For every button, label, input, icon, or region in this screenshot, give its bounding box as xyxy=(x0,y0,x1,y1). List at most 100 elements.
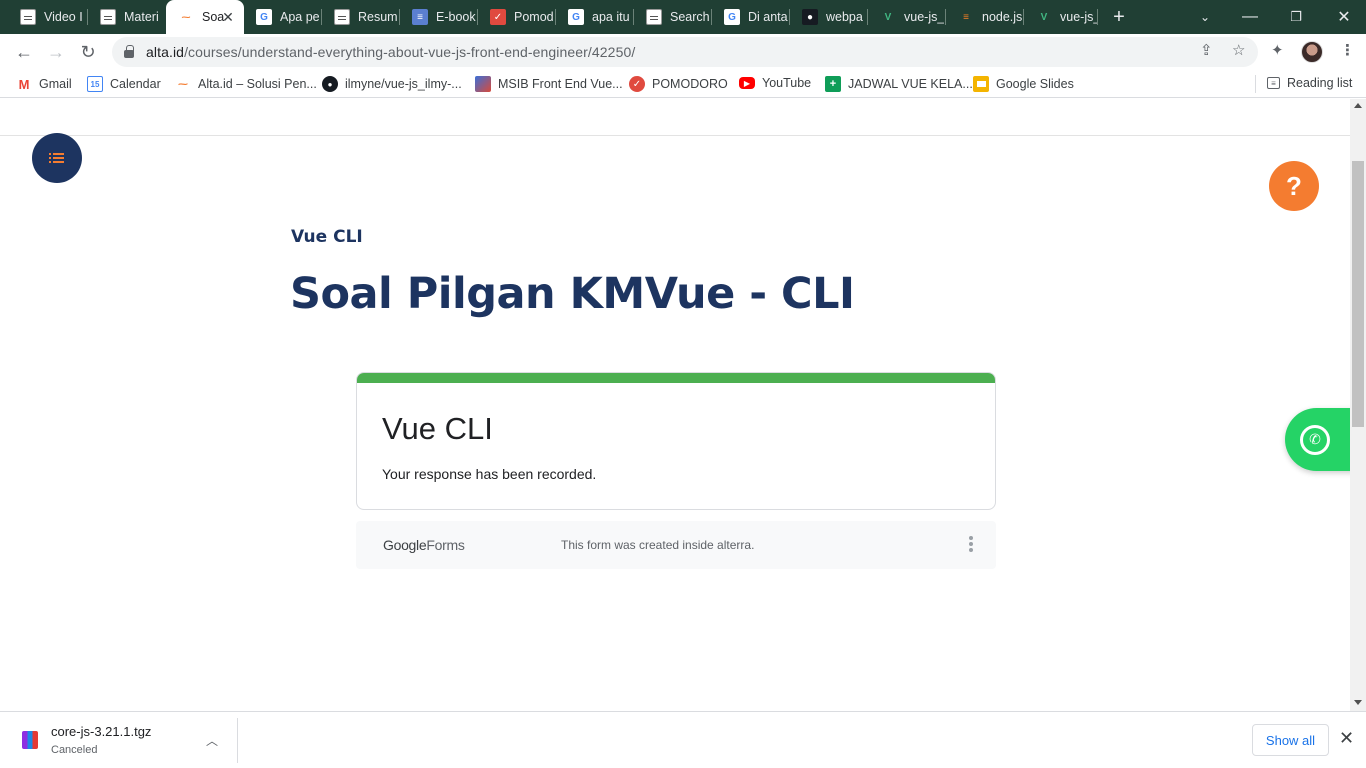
tab-title: vue-js_ xyxy=(1060,10,1098,24)
tab-title: Di anta xyxy=(748,10,788,24)
header-divider xyxy=(0,135,1350,136)
bookmark-msib[interactable]: MSIB Front End Vue... xyxy=(475,76,623,92)
bookmark-youtube[interactable]: ▶ YouTube xyxy=(739,76,811,90)
tab-title: E-book xyxy=(436,10,476,24)
scroll-up-arrow-icon[interactable] xyxy=(1354,103,1362,108)
slides-icon xyxy=(973,76,989,92)
tab-separator xyxy=(1097,9,1098,25)
url-host: alta.id xyxy=(146,44,185,60)
sheets-icon: + xyxy=(825,76,841,92)
vue-icon: V xyxy=(884,11,892,23)
lesson-category: Vue CLI xyxy=(291,227,363,247)
close-tab-icon[interactable]: ✕ xyxy=(220,9,236,25)
lesson-title: Soal Pilgan KMVue - CLI xyxy=(290,269,855,319)
tab-title: Materi xyxy=(124,10,159,24)
close-shelf-icon[interactable]: ✕ xyxy=(1339,728,1354,749)
tab-soal-active[interactable]: ⁓ Soa ✕ xyxy=(166,0,244,34)
bookmarks-divider xyxy=(1255,75,1256,93)
bookmark-label: MSIB Front End Vue... xyxy=(498,77,623,91)
bookmark-star-icon[interactable]: ☆ xyxy=(1232,41,1245,59)
bookmark-calendar[interactable]: 15 Calendar xyxy=(87,76,161,92)
tab-materi[interactable]: Materi xyxy=(88,0,166,34)
document-icon xyxy=(334,9,350,25)
tab-title: vue-js_ xyxy=(904,10,945,24)
whatsapp-button[interactable]: ✆ xyxy=(1285,408,1350,471)
alta-icon: ⁓ xyxy=(178,78,188,90)
address-bar[interactable]: alta.id/courses/understand-everything-ab… xyxy=(112,37,1258,67)
google-icon: G xyxy=(724,9,740,25)
gmail-icon: M xyxy=(18,76,30,92)
list-icon xyxy=(49,151,65,165)
archive-file-icon xyxy=(22,731,38,749)
bookmark-label: Calendar xyxy=(110,77,161,91)
tab-apa-pe[interactable]: G Apa pe xyxy=(244,0,322,34)
tab-di-anta[interactable]: G Di anta xyxy=(712,0,790,34)
download-file-name: core-js-3.21.1.tgz xyxy=(51,724,152,739)
show-all-button[interactable]: Show all xyxy=(1252,724,1329,756)
whatsapp-icon: ✆ xyxy=(1300,424,1330,455)
bookmark-label: ilmyne/vue-js_ilmy-... xyxy=(345,77,462,91)
form-confirmation-message: Your response has been recorded. xyxy=(382,466,597,482)
bookmark-pomodoro[interactable]: ✓ POMODORO xyxy=(629,76,728,92)
new-tab-button[interactable]: + xyxy=(1099,0,1139,34)
form-footer-note: This form was created inside alterra. xyxy=(561,538,755,552)
document-icon xyxy=(20,9,36,25)
bookmark-github[interactable]: ● ilmyne/vue-js_ilmy-... xyxy=(322,76,462,92)
tab-title: node.js xyxy=(982,10,1023,24)
form-more-icon[interactable] xyxy=(969,536,973,554)
tab-search[interactable]: Search xyxy=(634,0,712,34)
tab-resum[interactable]: Resum xyxy=(322,0,400,34)
reload-button[interactable]: ↻ xyxy=(73,37,103,67)
document-icon xyxy=(100,9,116,25)
search-page-icon xyxy=(646,9,662,25)
restore-button[interactable]: ❐ xyxy=(1276,0,1316,34)
forward-button[interactable]: → xyxy=(41,37,71,67)
tab-title: webpa xyxy=(826,10,863,24)
chevron-up-icon[interactable]: ︿ xyxy=(206,732,218,749)
vue-icon: V xyxy=(1040,11,1048,23)
bookmark-gmail[interactable]: M Gmail xyxy=(16,76,72,92)
reading-list-button[interactable]: ≡ Reading list xyxy=(1267,76,1352,90)
google-icon: G xyxy=(256,9,272,25)
scroll-down-arrow-icon[interactable] xyxy=(1354,700,1362,705)
bookmark-slides[interactable]: Google Slides xyxy=(973,76,1074,92)
course-menu-button[interactable] xyxy=(32,133,82,183)
tab-search-chevron-icon[interactable]: ⌄ xyxy=(1185,0,1225,34)
google-forms-logo[interactable]: GoogleForms xyxy=(383,537,465,553)
download-item[interactable]: core-js-3.21.1.tgz Canceled ︿ xyxy=(0,718,238,763)
tab-vue-js-2[interactable]: V vue-js_ xyxy=(1024,0,1098,34)
tab-ebook[interactable]: ≡ E-book xyxy=(400,0,478,34)
menu-kebab-icon[interactable]: ⋮ xyxy=(1340,41,1355,59)
url-text[interactable]: alta.id/courses/understand-everything-ab… xyxy=(146,44,635,60)
close-window-button[interactable]: ✕ xyxy=(1324,0,1364,34)
reading-list-icon: ≡ xyxy=(1267,77,1280,89)
tab-pomodoro[interactable]: ✓ Pomod xyxy=(478,0,556,34)
tab-video[interactable]: Video I xyxy=(8,0,88,34)
tab-apa-itu[interactable]: G apa itu xyxy=(556,0,634,34)
tab-title: Search xyxy=(670,10,710,24)
form-accent-bar xyxy=(357,373,995,383)
tab-title: Apa pe xyxy=(280,10,320,24)
download-status: Canceled xyxy=(51,744,98,756)
tab-vue-js-1[interactable]: V vue-js_ xyxy=(868,0,946,34)
tab-title: apa itu xyxy=(592,10,630,24)
scroll-thumb[interactable] xyxy=(1352,161,1364,427)
tab-nodejs[interactable]: ≡ node.js xyxy=(946,0,1024,34)
github-icon: ● xyxy=(802,9,818,25)
minimize-button[interactable]: — xyxy=(1230,0,1270,34)
bookmark-jadwal[interactable]: + JADWAL VUE KELA... xyxy=(825,76,973,92)
bookmark-alta[interactable]: ⁓ Alta.id – Solusi Pen... xyxy=(175,76,317,92)
tab-webpack[interactable]: ● webpa xyxy=(790,0,868,34)
page-scrollbar[interactable] xyxy=(1350,99,1366,711)
back-button[interactable]: ← xyxy=(9,37,39,67)
tab-strip: Video I Materi ⁓ Soa ✕ G Apa pe Resum ≡ … xyxy=(0,0,1366,34)
tab-title: Video I xyxy=(44,10,83,24)
help-button[interactable]: ? xyxy=(1269,161,1319,211)
share-icon[interactable]: ⇪ xyxy=(1200,41,1213,59)
extensions-puzzle-icon[interactable]: ✦ xyxy=(1271,41,1284,59)
tab-title: Pomod xyxy=(514,10,554,24)
github-icon: ● xyxy=(322,76,338,92)
bookmark-label: Gmail xyxy=(39,77,72,91)
profile-avatar[interactable] xyxy=(1301,41,1323,63)
url-path: /courses/understand-everything-about-vue… xyxy=(184,44,636,60)
